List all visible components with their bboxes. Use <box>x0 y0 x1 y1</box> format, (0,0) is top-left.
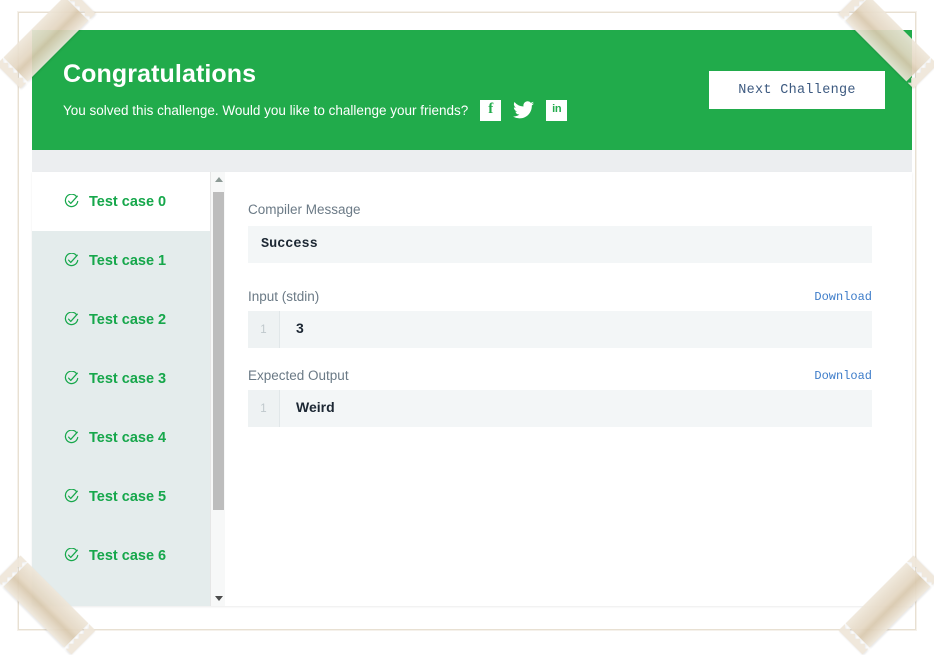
input-label: Input (stdin) <box>248 289 320 304</box>
chevron-down-icon[interactable] <box>211 591 225 606</box>
banner-text-block: Congratulations You solved this challeng… <box>32 60 709 121</box>
expected-output-download-link[interactable]: Download <box>814 369 872 383</box>
expected-output-header: Expected Output Download <box>248 368 872 383</box>
testcase-item-label: Test case 6 <box>89 547 167 564</box>
linkedin-icon[interactable]: in <box>546 99 568 121</box>
page-title: Congratulations <box>63 59 257 88</box>
testcase-item-label: Test case 2 <box>89 311 167 328</box>
testcase-item-1[interactable]: Test case 1 <box>32 231 225 290</box>
check-circle-icon <box>64 253 79 267</box>
chevron-up-icon[interactable] <box>211 172 225 187</box>
testcase-item-0[interactable]: Test case 0 <box>32 172 225 231</box>
congratulations-banner: Congratulations You solved this challeng… <box>32 30 912 150</box>
next-challenge-button[interactable]: Next Challenge <box>709 71 885 109</box>
banner-subtitle: You solved this challenge. Would you lik… <box>63 102 469 118</box>
testcase-item-label: Test case 4 <box>89 429 167 446</box>
testcase-list-body: Test case 0 Test case 1 Test case 2 Test ca… <box>32 172 225 585</box>
testcase-item-2[interactable]: Test case 2 <box>32 290 225 349</box>
compiler-message-header: Compiler Message <box>248 202 872 217</box>
expected-output-label: Expected Output <box>248 368 349 383</box>
input-download-link[interactable]: Download <box>814 290 872 304</box>
testcase-item-6[interactable]: Test case 6 <box>32 526 225 585</box>
compiler-message-label: Compiler Message <box>248 202 361 217</box>
code-line-text: Weird <box>296 399 335 415</box>
expected-output-code-block: 1 Weird <box>248 390 872 427</box>
testcase-detail-pane: Compiler Message Success Input (stdin) D… <box>225 172 912 606</box>
input-code-block: 13 <box>248 311 872 348</box>
testcase-item-4[interactable]: Test case 4 <box>32 408 225 467</box>
input-header: Input (stdin) Download <box>248 289 872 304</box>
header-divider-band <box>32 150 912 172</box>
code-line-text: 3 <box>296 320 304 336</box>
testcase-item-label: Test case 3 <box>89 370 167 387</box>
check-circle-icon <box>64 489 79 503</box>
twitter-icon[interactable] <box>513 100 535 121</box>
results-panel: Test case 0 Test case 1 Test case 2 Test ca… <box>32 172 912 606</box>
linkedin-glyph: in <box>552 103 562 115</box>
code-line-number: 1 <box>248 311 280 348</box>
code-line-number: 1 <box>248 390 280 427</box>
testcase-item-5[interactable]: Test case 5 <box>32 467 225 526</box>
compiler-message-value: Success <box>248 226 872 263</box>
testcase-item-3[interactable]: Test case 3 <box>32 349 225 408</box>
testcase-item-label: Test case 1 <box>89 252 167 269</box>
check-circle-icon <box>64 194 79 208</box>
scrollbar-thumb[interactable] <box>213 192 224 510</box>
check-circle-icon <box>64 548 79 562</box>
check-circle-icon <box>64 312 79 326</box>
facebook-glyph: f <box>488 101 494 117</box>
testcase-item-label: Test case 0 <box>89 193 167 210</box>
testcase-item-label: Test case 5 <box>89 488 167 505</box>
testcase-scrollbar[interactable] <box>210 172 225 606</box>
check-circle-icon <box>64 371 79 385</box>
banner-subtitle-row: You solved this challenge. Would you lik… <box>63 99 709 121</box>
facebook-icon[interactable]: f <box>480 99 502 121</box>
check-circle-icon <box>64 430 79 444</box>
testcase-list[interactable]: Test case 0 Test case 1 Test case 2 Test ca… <box>32 172 225 606</box>
